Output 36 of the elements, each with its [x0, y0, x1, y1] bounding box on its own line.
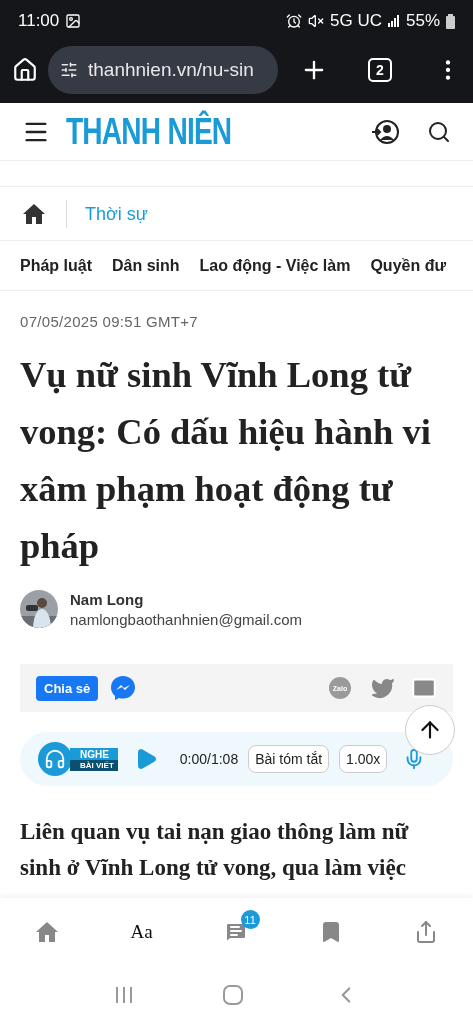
- category-link[interactable]: Dân sinh: [112, 256, 180, 275]
- category-link[interactable]: Pháp luật: [20, 256, 92, 275]
- tab-count-button[interactable]: 2: [368, 57, 392, 82]
- audio-time: 0:00/1:08: [179, 751, 239, 767]
- battery-level: 55%: [405, 11, 440, 31]
- status-time: 11:00: [18, 11, 60, 31]
- alarm-icon: [286, 13, 302, 29]
- battery-icon: [446, 13, 455, 29]
- article-lead: Liên quan vụ tai nạn giao thông làm nữ sinh ở Vĩnh Long tử vong, qua làm việc: [20, 818, 410, 882]
- summary-button[interactable]: Bài tóm tắt: [248, 745, 330, 773]
- url-field[interactable]: thanhnien.vn/nu-sin: [48, 45, 278, 94]
- messenger-icon[interactable]: [110, 675, 137, 701]
- signal-icon: [387, 15, 400, 27]
- category-link[interactable]: Lao động - Việc làm: [199, 256, 351, 275]
- twitter-icon[interactable]: [371, 676, 395, 700]
- share-button[interactable]: Chia sẻ: [36, 675, 99, 701]
- recent-apps-icon[interactable]: [114, 985, 135, 1005]
- headphones-icon: [38, 742, 72, 776]
- mute-icon: [308, 13, 324, 29]
- comment-count: 11: [240, 910, 260, 929]
- home-icon[interactable]: [22, 201, 46, 226]
- article-title: Vụ nữ sinh Vĩnh Long tử vong: Có dấu hiệu hành vi xâm phạm hoạt động tư pháp: [20, 353, 432, 568]
- article-label: BÀI VIẾT: [70, 759, 118, 771]
- login-icon[interactable]: [371, 117, 399, 146]
- speed-button[interactable]: 1.00x: [339, 745, 388, 773]
- network-label: 5G UC: [330, 11, 382, 31]
- font-size-button[interactable]: Aa: [130, 921, 153, 943]
- author-name[interactable]: Nam Long: [70, 590, 303, 608]
- image-icon: [65, 13, 82, 29]
- site-settings-icon[interactable]: [60, 60, 78, 79]
- category-link[interactable]: Quyền đư: [370, 256, 446, 275]
- author-email: namlongbaothanhnien@gmail.com: [70, 610, 303, 628]
- home-icon[interactable]: [12, 56, 38, 83]
- listen-label: NGHE: [70, 747, 118, 760]
- search-icon[interactable]: [427, 119, 451, 144]
- publish-date: 07/05/2025 09:51 GMT+7: [20, 313, 199, 330]
